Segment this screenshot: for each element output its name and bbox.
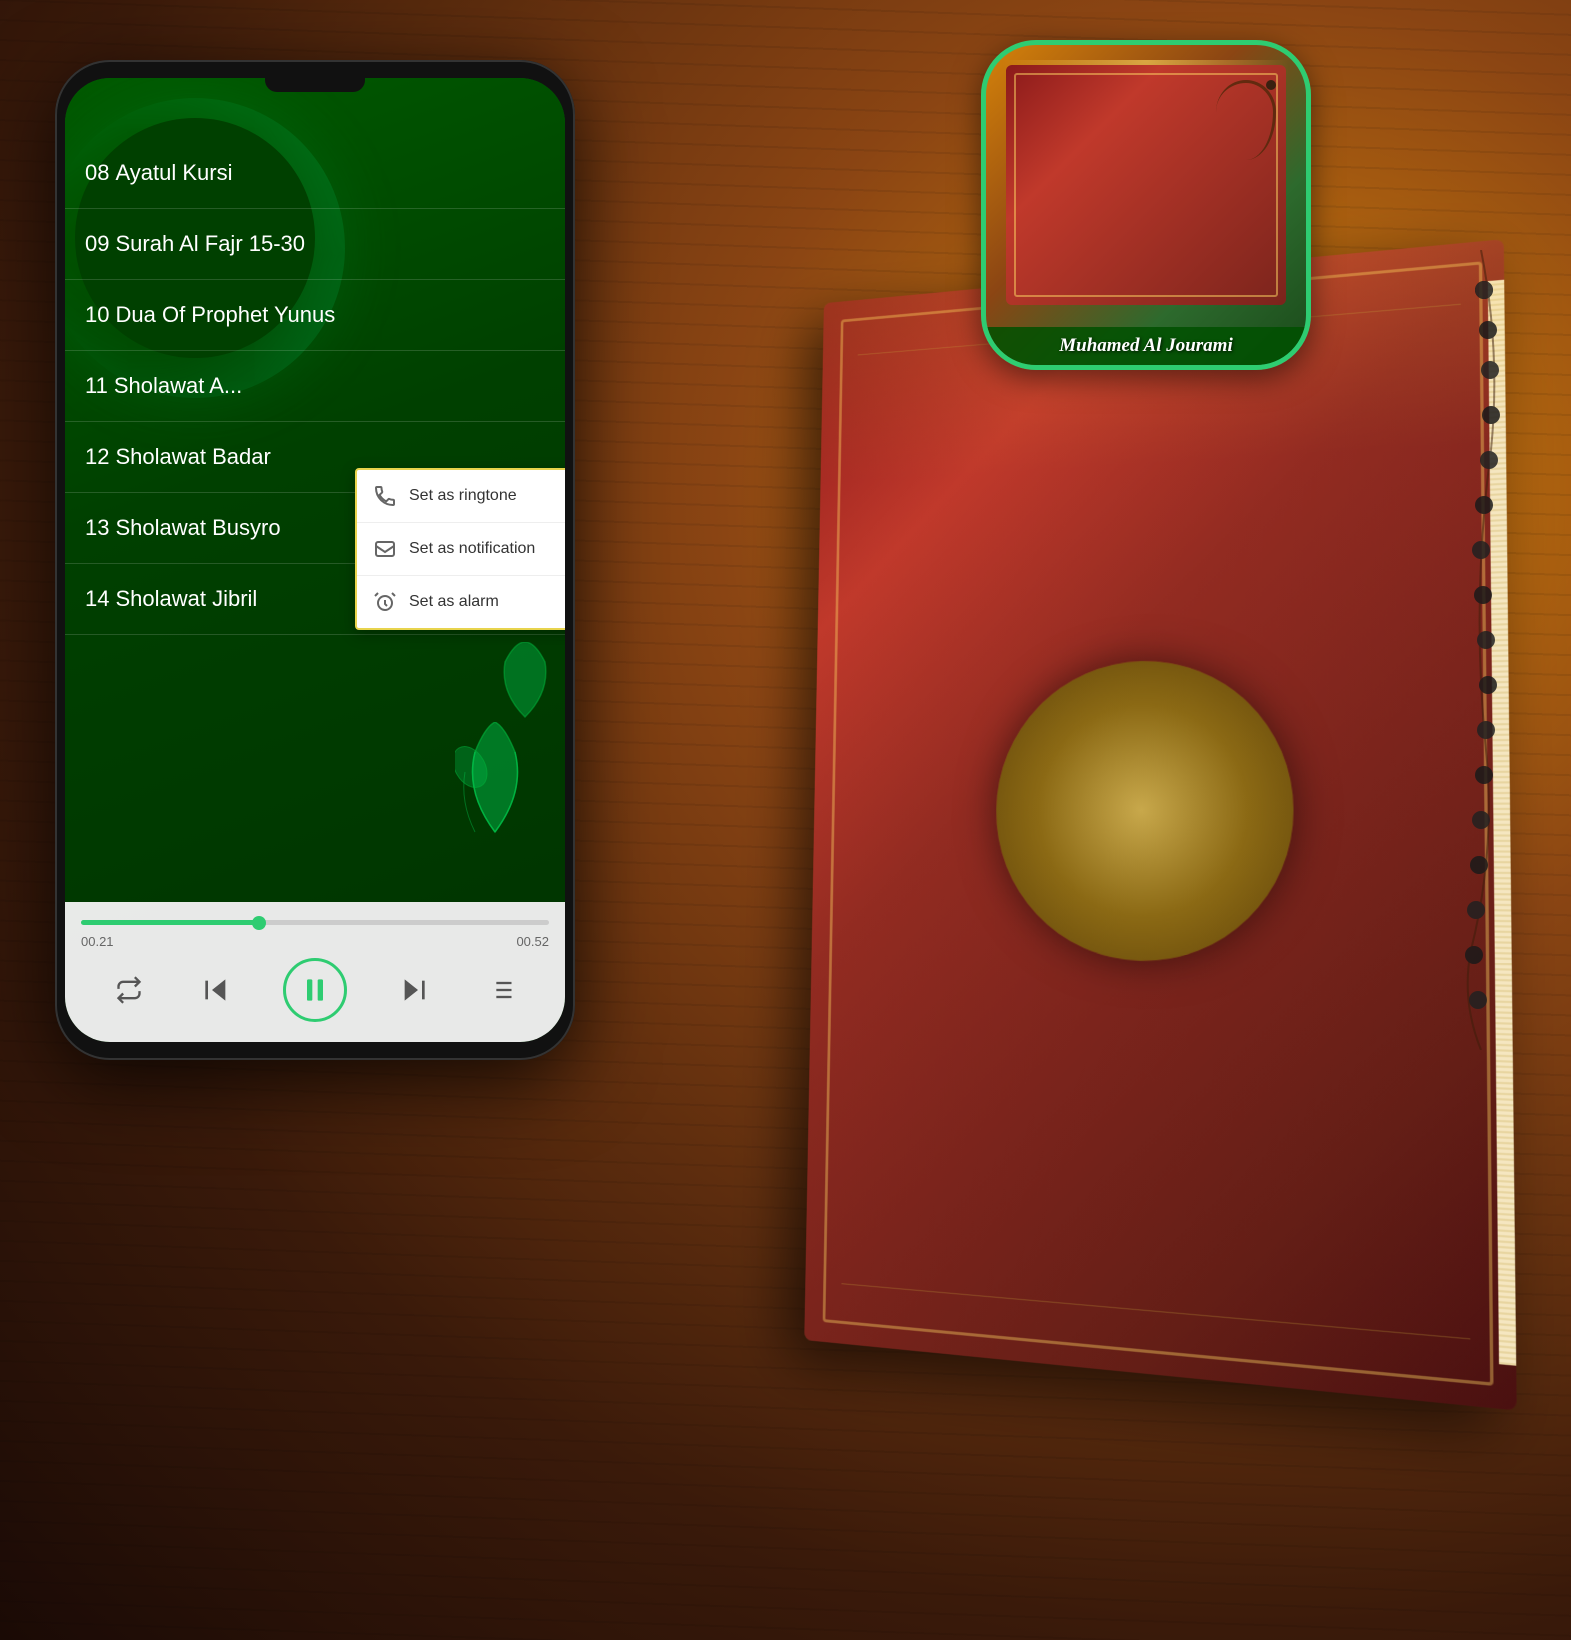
app-icon[interactable]: Muhamed Al Jourami xyxy=(981,40,1311,370)
song-item-09[interactable]: 09 Surah Al Fajr 15-30 xyxy=(65,209,565,280)
song-name-13: Sholawat Busyro xyxy=(115,515,280,541)
time-total: 00.52 xyxy=(516,934,549,949)
song-item-08[interactable]: 08 Ayatul Kursi xyxy=(65,138,565,209)
context-menu-alarm[interactable]: Set as alarm xyxy=(357,575,565,628)
play-pause-button[interactable] xyxy=(283,958,347,1022)
ringtone-label: Set as ringtone xyxy=(409,487,517,505)
song-item-11[interactable]: 11 Sholawat A... xyxy=(65,351,565,422)
song-title-09: 09 xyxy=(85,231,109,257)
player-bar: 00.21 00.52 xyxy=(65,902,565,1042)
leaf-group-2 xyxy=(495,642,555,722)
phone-ring-icon xyxy=(373,484,397,508)
song-item-10[interactable]: 10 Dua Of Prophet Yunus xyxy=(65,280,565,351)
next-button[interactable] xyxy=(394,970,434,1010)
phone-frame: 08 Ayatul Kursi 09 Surah Al Fajr 15-30 1… xyxy=(55,60,575,1060)
app-icon-inner: Muhamed Al Jourami xyxy=(986,45,1306,365)
book-medallion xyxy=(995,657,1294,965)
time-labels: 00.21 00.52 xyxy=(81,934,549,949)
notification-icon xyxy=(373,537,397,561)
prev-icon xyxy=(200,974,232,1006)
song-title-11: 11 xyxy=(85,373,108,399)
phone-screen: 08 Ayatul Kursi 09 Surah Al Fajr 15-30 1… xyxy=(65,78,565,1042)
deco-line-bottom xyxy=(841,1283,1470,1339)
rosary-beads-decoration xyxy=(1421,250,1541,1050)
quran-book-decoration xyxy=(804,239,1516,1410)
song-title-10: 10 xyxy=(85,302,109,328)
repeat-button[interactable] xyxy=(109,970,149,1010)
time-current: 00.21 xyxy=(81,934,114,949)
screen-content: 08 Ayatul Kursi 09 Surah Al Fajr 15-30 1… xyxy=(65,78,565,1042)
leaf-group-1 xyxy=(455,722,535,842)
context-menu: Set as ringtone Set as notification xyxy=(355,468,565,630)
context-menu-ringtone[interactable]: Set as ringtone xyxy=(357,470,565,522)
song-name-10: Dua Of Prophet Yunus xyxy=(115,302,335,328)
alarm-icon xyxy=(373,590,397,614)
song-name-12: Sholawat Badar xyxy=(115,444,270,470)
song-name-09: Surah Al Fajr 15-30 xyxy=(115,231,305,257)
next-icon xyxy=(398,974,430,1006)
song-name-14: Sholawat Jibril xyxy=(115,586,257,612)
phone-notch xyxy=(265,78,365,92)
app-icon-title: Muhamed Al Jourami xyxy=(986,327,1306,365)
context-menu-notification[interactable]: Set as notification xyxy=(357,522,565,575)
playlist-icon xyxy=(487,976,515,1004)
song-name-11: Sholawat A... xyxy=(114,373,242,399)
song-title-13: 13 xyxy=(85,515,109,541)
notification-label: Set as notification xyxy=(409,540,535,558)
player-controls xyxy=(65,958,565,1022)
repeat-icon xyxy=(115,976,143,1004)
prev-button[interactable] xyxy=(196,970,236,1010)
playlist-button[interactable] xyxy=(481,970,521,1010)
progress-track[interactable] xyxy=(81,920,549,925)
song-title-08: 08 xyxy=(85,160,109,186)
pause-icon xyxy=(299,974,331,1006)
song-name-08: Ayatul Kursi xyxy=(115,160,232,186)
alarm-label: Set as alarm xyxy=(409,593,499,611)
progress-fill xyxy=(81,920,259,925)
song-title-14: 14 xyxy=(85,586,109,612)
song-title-12: 12 xyxy=(85,444,109,470)
progress-dot[interactable] xyxy=(252,916,266,930)
